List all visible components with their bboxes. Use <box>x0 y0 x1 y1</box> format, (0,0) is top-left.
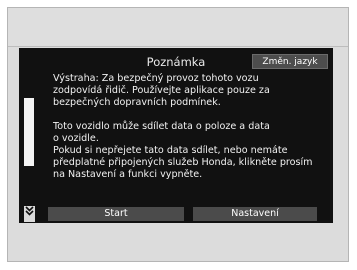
data-sharing-line: Pokud si nepřejete tato data sdílet, neb… <box>53 145 288 156</box>
frame-header <box>8 8 348 47</box>
data-sharing-line: na Nastavení a funkci vypněte. <box>53 169 203 180</box>
scrollbar-thumb[interactable] <box>24 98 34 166</box>
change-language-button[interactable]: Změn. jazyk <box>252 54 328 69</box>
warning-line: zodpovídá řidič. Používejte aplikace pou… <box>53 85 270 96</box>
data-sharing-line: o vozidle. <box>53 133 99 144</box>
scrollbar[interactable] <box>24 92 35 222</box>
data-sharing-line: Toto vozidlo může sdílet data o poloze a… <box>53 121 270 132</box>
double-chevron-down-icon[interactable] <box>24 206 35 222</box>
warning-line: Výstraha: Za bezpečný provoz tohoto vozu <box>53 73 259 84</box>
start-button[interactable]: Start <box>48 207 184 221</box>
data-sharing-line: předplatné připojených služeb Honda, kli… <box>53 157 313 168</box>
settings-button[interactable]: Nastavení <box>193 207 317 221</box>
notice-dialog: Poznámka Změn. jazyk Výstraha: Za bezpeč… <box>19 48 333 223</box>
warning-line: bezpečných dopravních podmínek. <box>53 97 221 108</box>
notice-body: Výstraha: Za bezpečný provoz tohoto vozu… <box>53 73 329 181</box>
